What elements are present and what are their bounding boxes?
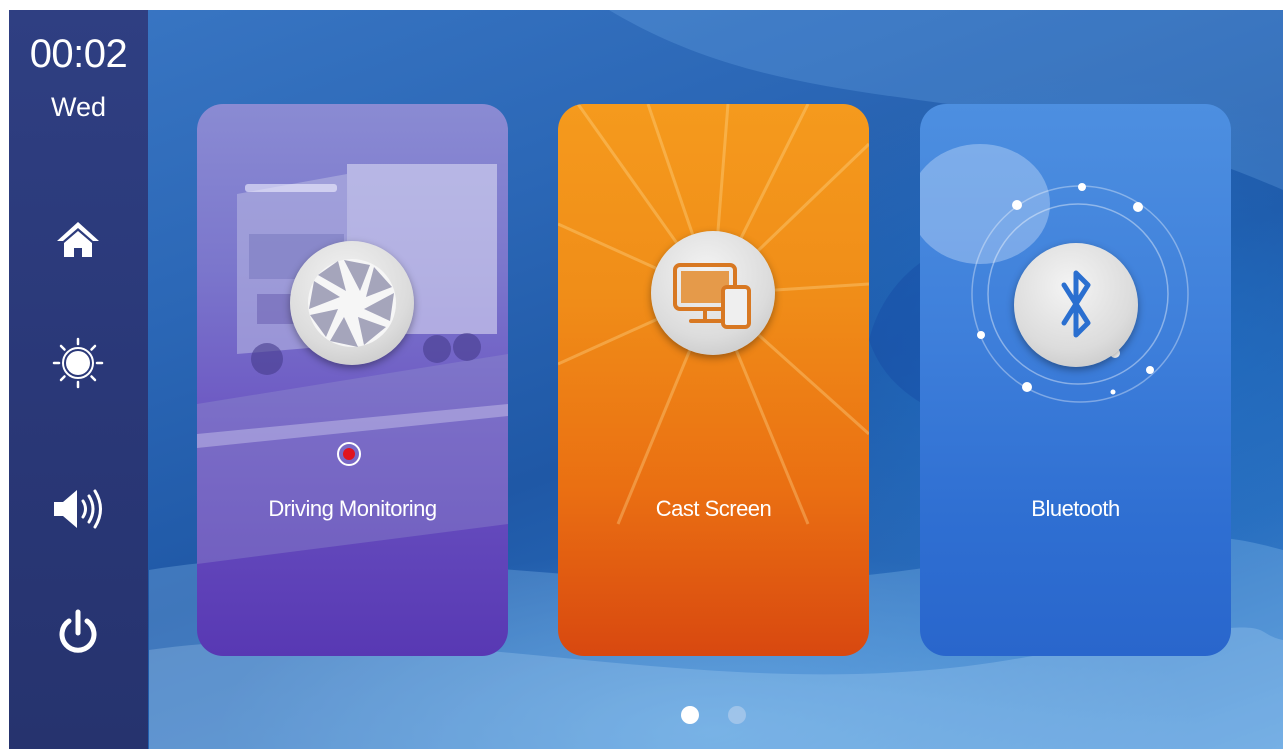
home-button[interactable] <box>38 204 118 274</box>
power-icon <box>59 609 97 653</box>
volume-button[interactable] <box>38 474 118 544</box>
home-screen: 00:02 Wed Driving Monitoring Cast Screen… <box>9 10 1283 749</box>
volume-icon <box>54 489 102 529</box>
app-card-bluetooth[interactable]: Bluetooth <box>920 104 1231 656</box>
brightness-button[interactable] <box>38 328 118 398</box>
bluetooth-rings-decoration <box>920 144 1189 403</box>
cast-screen-button[interactable] <box>651 231 775 355</box>
app-label: Bluetooth <box>1031 496 1120 521</box>
app-card-cast-screen[interactable]: Cast Screen <box>558 104 869 656</box>
truck-background-image <box>197 164 508 564</box>
bluetooth-icon <box>1061 270 1091 338</box>
camera-aperture-icon <box>308 259 396 347</box>
page-dot[interactable] <box>728 706 746 724</box>
recording-indicator-icon <box>337 442 361 466</box>
sidebar: 00:02 Wed <box>9 10 148 749</box>
bluetooth-button[interactable] <box>1014 243 1138 367</box>
clock-day: Wed <box>50 92 107 122</box>
orange-texture-background <box>558 104 869 525</box>
brightness-icon <box>52 337 104 389</box>
clock-time: 00:02 <box>29 32 128 76</box>
app-label: Cast Screen <box>655 496 772 521</box>
app-label: Driving Monitoring <box>268 496 437 521</box>
app-card-driving-monitoring[interactable]: Driving Monitoring <box>197 104 508 656</box>
page-dot-active[interactable] <box>681 706 699 724</box>
cast-screen-icon <box>673 263 751 329</box>
home-icon <box>57 222 99 257</box>
power-button[interactable] <box>38 598 118 668</box>
driving-monitoring-button[interactable] <box>290 241 414 365</box>
page-indicator <box>681 706 751 726</box>
